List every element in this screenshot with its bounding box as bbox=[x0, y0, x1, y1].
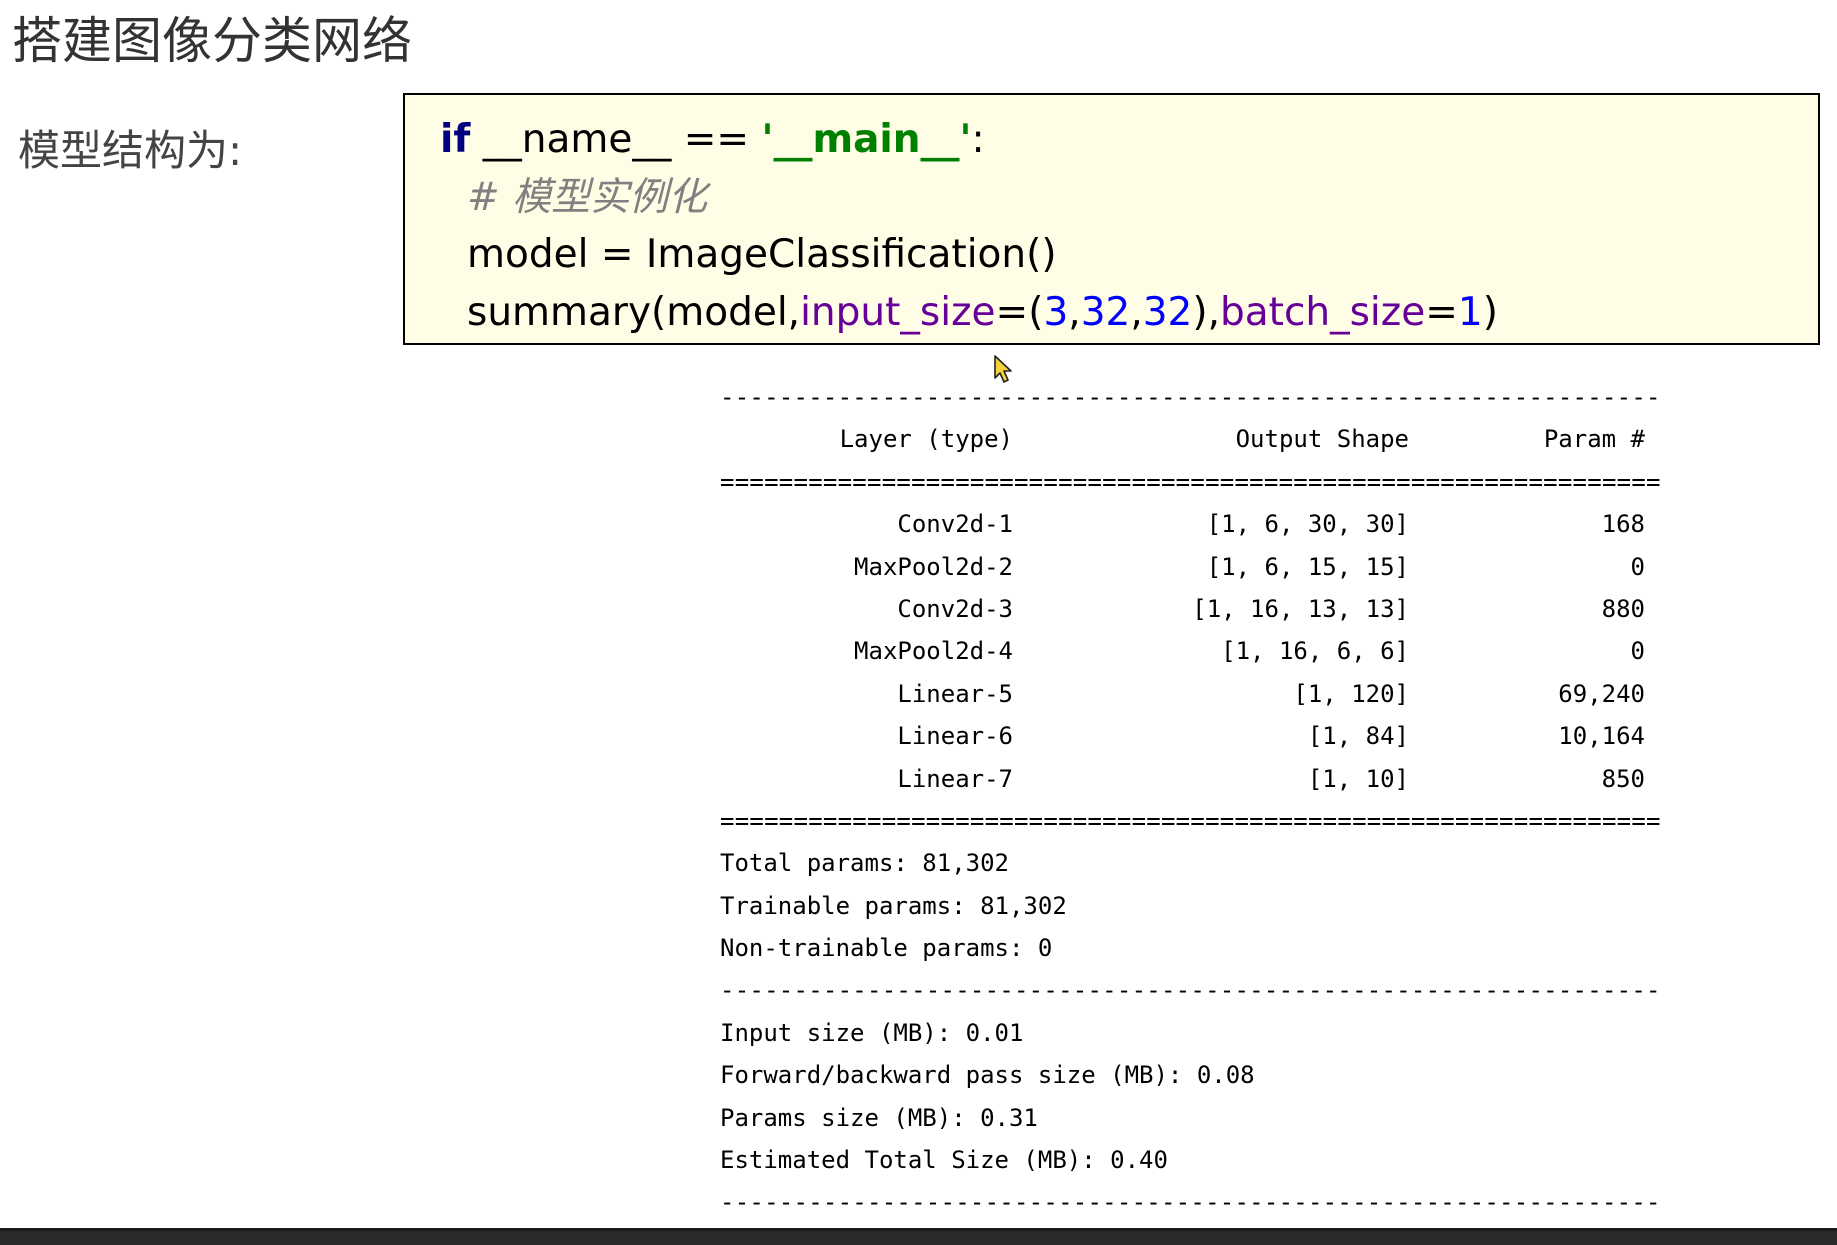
trainable-params: Trainable params: 81,302 bbox=[720, 891, 1067, 920]
forward-backward-size: Forward/backward pass size (MB): 0.08 bbox=[720, 1061, 1255, 1090]
layer-row: Linear-6 [1, 84] 10,164 bbox=[720, 715, 1660, 757]
params-size: Params size (MB): 0.31 bbox=[720, 1103, 1038, 1132]
code-model-instantiation: model = ImageClassification() bbox=[467, 232, 1057, 277]
layer-output-shape: [1, 6, 30, 30] bbox=[1206, 510, 1409, 539]
dash-rule-middle: ----------------------------------------… bbox=[720, 976, 1660, 1005]
code-keyword-if: if bbox=[440, 117, 471, 162]
eq-rule-top: ========================================… bbox=[720, 467, 1660, 496]
layer-row: MaxPool2d-2 [1, 6, 15, 15] 0 bbox=[720, 546, 1660, 588]
dash-rule-top: ----------------------------------------… bbox=[720, 383, 1660, 411]
code-num-width: 32 bbox=[1142, 289, 1193, 335]
code-close-2: ) bbox=[1482, 289, 1498, 335]
layer-param-count: 0 bbox=[1630, 637, 1645, 666]
layer-name: Linear-7 bbox=[897, 764, 1013, 793]
layer-row: Linear-7 [1, 10] 850 bbox=[720, 758, 1660, 800]
summary-header-row: Layer (type) Output Shape Param # bbox=[720, 418, 1660, 460]
code-line-3: model = ImageClassification() bbox=[440, 226, 1818, 284]
non-trainable-params: Non-trainable params: 0 bbox=[720, 934, 1053, 963]
layer-param-count: 168 bbox=[1601, 510, 1645, 539]
slide-title: 搭建图像分类网络 bbox=[12, 12, 412, 70]
layer-name: Conv2d-1 bbox=[897, 510, 1013, 539]
layer-output-shape: [1, 16, 13, 13] bbox=[1192, 594, 1409, 623]
layer-output-shape: [1, 120] bbox=[1293, 679, 1409, 708]
code-line-1: if __name__ == '__main__': bbox=[440, 111, 1818, 169]
layer-param-count: 880 bbox=[1601, 594, 1645, 623]
layer-row: MaxPool2d-4 [1, 16, 6, 6] 0 bbox=[720, 630, 1660, 672]
eq-rule-bottom: ========================================… bbox=[720, 806, 1660, 835]
code-colon: : bbox=[971, 117, 985, 162]
code-line-4: summary(model,input_size=(3,32,32),batch… bbox=[440, 284, 1818, 342]
layer-output-shape: [1, 84] bbox=[1307, 722, 1409, 751]
layer-name: Linear-5 bbox=[897, 679, 1013, 708]
code-summary-call: summary(model, bbox=[467, 289, 801, 335]
layer-name: Conv2d-3 bbox=[897, 594, 1013, 623]
code-param-input-size: input_size bbox=[800, 289, 996, 335]
model-structure-label: 模型结构为: bbox=[18, 126, 243, 175]
code-string-main: '__main__' bbox=[761, 117, 972, 162]
layer-param-count: 69,240 bbox=[1558, 679, 1645, 708]
layer-name: MaxPool2d-4 bbox=[854, 637, 1013, 666]
layer-output-shape: [1, 10] bbox=[1307, 764, 1409, 793]
layer-name: Linear-6 bbox=[897, 722, 1013, 751]
layer-output-shape: [1, 16, 6, 6] bbox=[1221, 637, 1409, 666]
layer-row: Conv2d-1 [1, 6, 30, 30] 168 bbox=[720, 503, 1660, 545]
code-name-check: __name__ == bbox=[470, 117, 762, 162]
header-param-count: Param # bbox=[1543, 425, 1645, 454]
code-num-batch: 1 bbox=[1457, 289, 1483, 335]
code-block: if __name__ == '__main__': # 模型实例化 model… bbox=[403, 93, 1820, 345]
code-comma-2: , bbox=[1130, 289, 1143, 335]
dash-rule-bottom: ----------------------------------------… bbox=[720, 1188, 1660, 1217]
code-param-batch-size: batch_size bbox=[1220, 289, 1426, 335]
code-close-1: ), bbox=[1192, 289, 1220, 335]
code-num-height: 32 bbox=[1080, 289, 1131, 335]
layer-row: Linear-5 [1, 120] 69,240 bbox=[720, 673, 1660, 715]
layer-row: Conv2d-3 [1, 16, 13, 13] 880 bbox=[720, 588, 1660, 630]
code-comma-1: , bbox=[1068, 289, 1081, 335]
model-summary-output: ----------------------------------------… bbox=[720, 376, 1660, 1224]
total-params: Total params: 81,302 bbox=[720, 849, 1009, 878]
layer-param-count: 850 bbox=[1601, 764, 1645, 793]
header-output-shape: Output Shape bbox=[1235, 425, 1409, 454]
layer-output-shape: [1, 6, 15, 15] bbox=[1206, 552, 1409, 581]
bottom-bar bbox=[0, 1228, 1837, 1245]
code-line-2: # 模型实例化 bbox=[440, 169, 1818, 227]
layer-param-count: 0 bbox=[1630, 552, 1645, 581]
estimated-total-size: Estimated Total Size (MB): 0.40 bbox=[720, 1146, 1168, 1175]
code-comment: # 模型实例化 bbox=[467, 174, 708, 220]
layer-name: MaxPool2d-2 bbox=[854, 552, 1013, 581]
code-num-channels: 3 bbox=[1043, 289, 1069, 335]
code-eq-2: = bbox=[1425, 289, 1458, 335]
header-layer-type: Layer (type) bbox=[839, 425, 1013, 454]
layer-param-count: 10,164 bbox=[1558, 722, 1645, 751]
code-eq-1: =( bbox=[995, 289, 1044, 335]
input-size: Input size (MB): 0.01 bbox=[720, 1018, 1024, 1047]
